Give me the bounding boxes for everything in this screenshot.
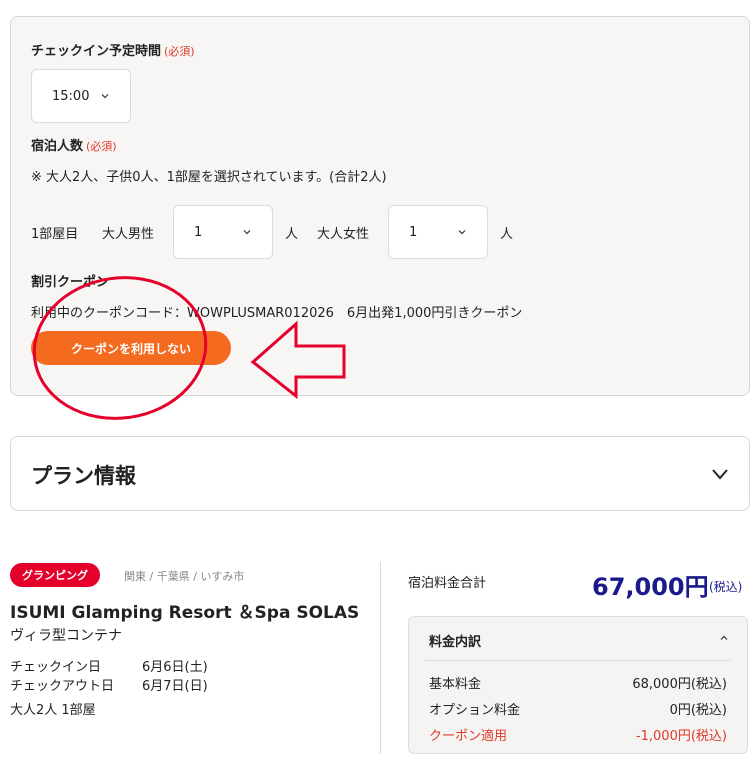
guests-label-text: 宿泊人数	[31, 139, 84, 154]
coupon-discount-value: -1,000円(税込)	[635, 729, 727, 744]
female-label: 大人女性	[317, 227, 370, 242]
hotel-name: ISUMI Glamping Resort ＆Spa SOLAS	[10, 603, 360, 623]
male-unit: 人	[285, 227, 299, 242]
checkin-time-label-text: チェックイン予定時間	[31, 44, 162, 59]
chevron-down-icon	[712, 469, 728, 480]
total-price-tax: (税込)	[709, 580, 743, 594]
total-price-label: 宿泊料金合計	[408, 576, 487, 591]
reservation-form-panel: チェックイン予定時間 (必須) 15:00 宿泊人数 (必須) ※ 大人2人、子供0…	[10, 16, 750, 396]
required-mark: (必須)	[86, 140, 117, 153]
cancel-coupon-button[interactable]: クーポンを利用しない	[31, 331, 231, 365]
female-count-select[interactable]: 1	[388, 205, 488, 259]
required-mark: (必須)	[164, 45, 195, 58]
chevron-up-icon[interactable]	[719, 633, 729, 643]
coupon-info: 利用中のクーポンコード：WOWPLUSMAR012026 6月出発1,000円引…	[31, 306, 523, 321]
option-fee-value: 0円(税込)	[669, 703, 727, 718]
divider	[425, 660, 731, 661]
guests-summary: 大人2人 1部屋	[10, 703, 96, 718]
price-breakdown-panel: 料金内訳 基本料金 68,000円(税込) オプション料金 0円(税込) クーポ…	[408, 616, 748, 754]
checkin-time-label: チェックイン予定時間 (必須)	[31, 40, 195, 59]
guests-note: ※ 大人2人、子供0人、1部屋を選択されています。(合計2人)	[31, 170, 387, 185]
plan-info-title: プラン情報	[31, 464, 136, 488]
base-fee-value: 68,000円(税込)	[632, 677, 727, 692]
checkin-time-select[interactable]: 15:00	[31, 69, 131, 123]
checkout-date-label: チェックアウト日	[10, 679, 115, 694]
coupon-discount-label: クーポン適用	[429, 729, 508, 744]
checkin-time-value: 15:00	[52, 88, 90, 104]
price-breakdown-toggle[interactable]: 料金内訳	[429, 631, 481, 650]
coupon-label: 割引クーポン	[31, 275, 110, 290]
total-price-value: 67,000円	[592, 573, 709, 601]
plan-info-accordion[interactable]: プラン情報	[10, 436, 750, 511]
male-count-value: 1	[194, 224, 203, 240]
checkin-date-label: チェックイン日	[10, 660, 102, 675]
category-badge: グランピング	[10, 563, 100, 587]
guests-label: 宿泊人数 (必須)	[31, 135, 117, 154]
checkin-date-value: 6月6日(土)	[142, 660, 208, 675]
male-label: 大人男性	[102, 227, 155, 242]
base-fee-label: 基本料金	[429, 677, 482, 692]
option-fee-label: オプション料金	[429, 703, 521, 718]
female-count-value: 1	[409, 224, 418, 240]
checkout-date-value: 6月7日(日)	[142, 679, 208, 694]
column-divider	[380, 562, 381, 754]
female-unit: 人	[500, 227, 514, 242]
male-count-select[interactable]: 1	[173, 205, 273, 259]
room-label: 1部屋目	[31, 227, 79, 242]
chevron-down-icon	[458, 230, 466, 235]
location-breadcrumb: 関東 / 千葉県 / いすみ市	[124, 570, 245, 583]
chevron-down-icon	[243, 230, 251, 235]
room-type: ヴィラ型コンテナ	[10, 628, 122, 644]
chevron-down-icon	[101, 94, 109, 99]
